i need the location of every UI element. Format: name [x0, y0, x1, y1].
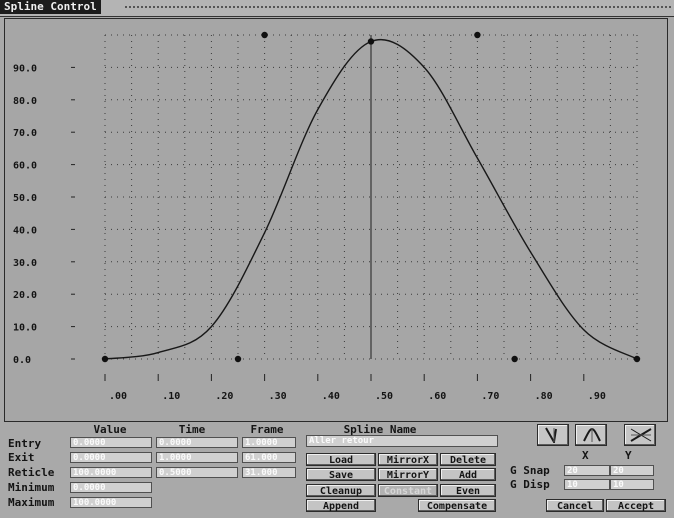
append-button[interactable]: Append [306, 499, 376, 512]
load-button[interactable]: Load [306, 453, 376, 466]
y-tick-label: 40.0 [13, 225, 37, 236]
y-tick-label: 30.0 [13, 258, 37, 269]
y-tick-label: 80.0 [13, 96, 37, 107]
control-point [367, 38, 375, 45]
entry-value-field[interactable]: 0.0000 [70, 437, 152, 448]
spline-name-field[interactable]: Aller retour [306, 435, 498, 447]
x-tick-label: .10 [162, 391, 180, 402]
row-label-entry: Entry [8, 437, 42, 450]
y-tick-label: 90.0 [13, 63, 37, 74]
grid-snap-y-field[interactable]: 20 [610, 465, 654, 476]
row-label-exit: Exit [8, 451, 35, 464]
cancel-button[interactable]: Cancel [546, 499, 604, 512]
exit-frame-field[interactable]: 61.000 [242, 452, 296, 463]
control-point [261, 31, 268, 39]
row-label-minimum: Minimum [8, 481, 55, 494]
spline-chart-svg[interactable]: 0.0 10.0 20.0 30.0 40.0 50.0 60.0 70.0 80.0 90.0.… [5, 19, 667, 421]
delete-button[interactable]: Delete [440, 453, 496, 466]
control-point [511, 355, 518, 363]
x-tick-label: .70 [481, 391, 499, 402]
spline-graph[interactable]: 0.0 10.0 20.0 30.0 40.0 50.0 60.0 70.0 80.0 90.0.… [4, 18, 668, 422]
header-frame: Frame [250, 423, 284, 436]
reticle-value-field[interactable]: 100.0000 [70, 467, 152, 478]
grid-disp-y-field[interactable]: 10 [610, 479, 654, 490]
y-tick-label: 70.0 [13, 128, 37, 139]
smooth-tangent-button[interactable] [575, 424, 607, 446]
grid-disp-label: G Disp [510, 478, 550, 491]
control-point [234, 355, 242, 363]
reticle-time-field[interactable]: 0.5000 [156, 467, 238, 478]
row-label-maximum: Maximum [8, 496, 55, 509]
x-tick-label: .20 [215, 391, 233, 402]
header-value: Value [93, 423, 127, 436]
x-tick-label: .40 [322, 391, 340, 402]
y-tick-label: 60.0 [13, 161, 37, 172]
even-button[interactable]: Even [440, 484, 496, 497]
grid-disp-x-field[interactable]: 10 [564, 479, 610, 490]
y-tick-label: 0.0 [13, 355, 31, 366]
grid-snap-label: G Snap [510, 464, 550, 477]
cleanup-button[interactable]: Cleanup [306, 484, 376, 497]
entry-frame-field[interactable]: 1.0000 [242, 437, 296, 448]
title-bar[interactable]: Spline Control [0, 0, 674, 17]
accept-button[interactable]: Accept [606, 499, 666, 512]
grid-snap-x-field[interactable]: 20 [564, 465, 610, 476]
control-point [101, 355, 109, 363]
entry-time-field[interactable]: 0.0000 [156, 437, 238, 448]
constant-button[interactable]: Constant [378, 484, 438, 497]
minimum-value-field[interactable]: 0.0000 [70, 482, 152, 493]
y-tick-label: 10.0 [13, 323, 37, 334]
x-tick-label: .00 [109, 391, 127, 402]
reticle-frame-field[interactable]: 31.000 [242, 467, 296, 478]
x-tick-label: .50 [375, 391, 393, 402]
compensate-button[interactable]: Compensate [418, 499, 496, 512]
grid-x-header: X [582, 449, 589, 462]
exit-value-field[interactable]: 0.0000 [70, 452, 152, 463]
linear-tangent-icon [545, 427, 557, 443]
control-point [633, 355, 641, 363]
x-tick-label: .30 [269, 391, 287, 402]
maximum-value-field[interactable]: 100.0000 [70, 497, 152, 508]
control-point [474, 31, 481, 39]
control-panel: Value Time Frame Spline Name Entry Exit … [0, 422, 674, 518]
x-tick-label: .60 [428, 391, 446, 402]
mirror-x-button[interactable]: MirrorX [378, 453, 438, 466]
grid-y-header: Y [625, 449, 632, 462]
mirror-y-button[interactable]: MirrorY [378, 468, 438, 481]
add-button[interactable]: Add [440, 468, 496, 481]
reset-axes-button[interactable] [624, 424, 656, 446]
window-title: Spline Control [0, 0, 101, 14]
reset-axes-icon [630, 428, 652, 442]
header-time: Time [178, 423, 206, 436]
x-tick-label: .90 [588, 391, 606, 402]
x-tick-label: .80 [535, 391, 553, 402]
row-label-reticle: Reticle [8, 466, 55, 479]
smooth-tangent-icon [583, 427, 601, 442]
y-tick-label: 50.0 [13, 193, 37, 204]
save-button[interactable]: Save [306, 468, 376, 481]
linear-tangent-button[interactable] [537, 424, 569, 446]
title-bar-drag-pattern [125, 6, 672, 8]
exit-time-field[interactable]: 1.0000 [156, 452, 238, 463]
y-tick-label: 20.0 [13, 290, 37, 301]
